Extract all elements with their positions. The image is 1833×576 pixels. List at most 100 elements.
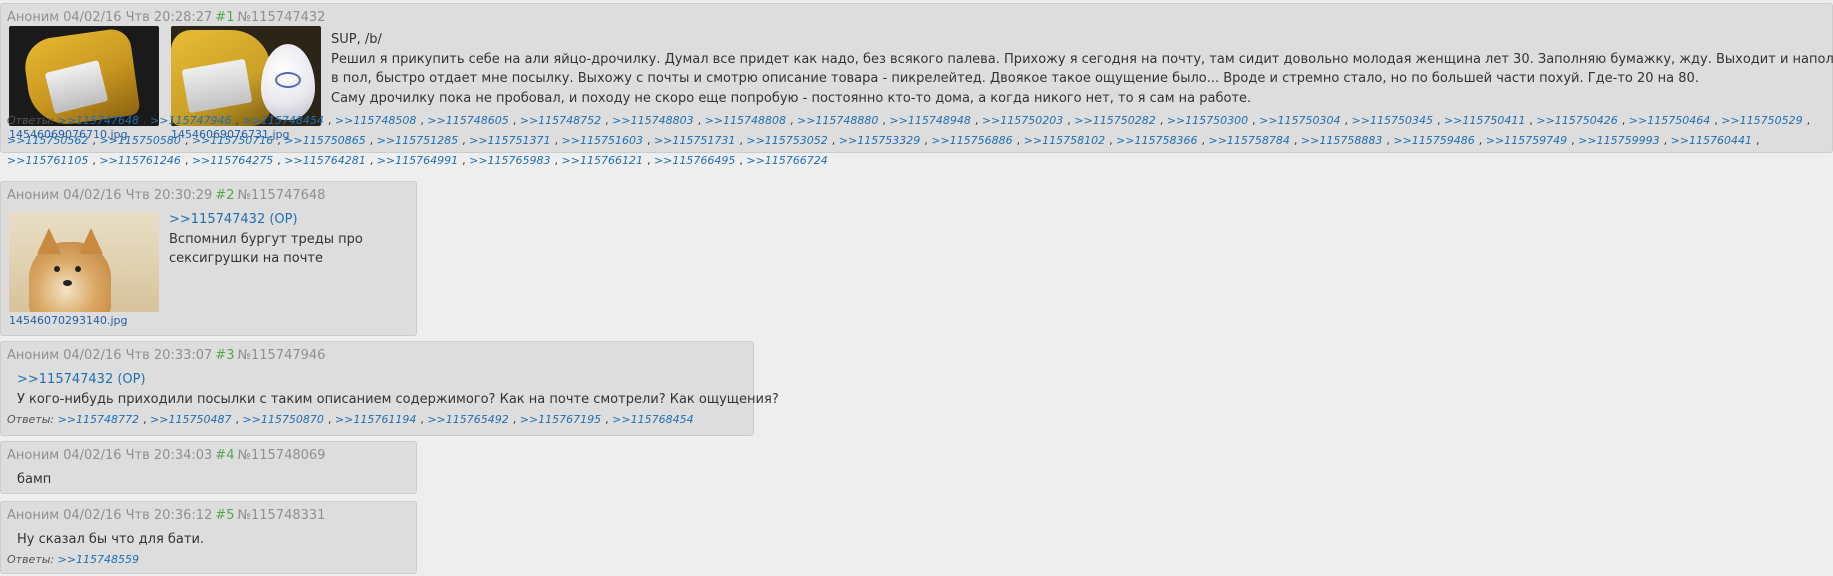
reply-link[interactable]: >>115750580 (99, 134, 180, 147)
reply-link[interactable]: >>115761194 (335, 413, 416, 426)
reply-link[interactable]: >>115748454 (242, 114, 323, 127)
reply-link[interactable]: >>115766724 (746, 154, 827, 167)
attachment-1[interactable]: 14546070293140.jpg (9, 212, 159, 327)
op-post: Аноним 04/02/16 Чтв 20:28:27 #1 №115747432 … (0, 3, 1833, 167)
reply-link[interactable]: >>115758784 (1208, 134, 1289, 147)
post-author: Аноним (7, 508, 60, 523)
reply-link[interactable]: >>115750716 (192, 134, 273, 147)
post-message: >>115747432 (OP) Вспомнил бургут треды п… (169, 210, 409, 269)
reply-post: Аноним 04/02/16 Чтв 20:33:07 #3 №115747946 … (0, 341, 779, 436)
post-date: 04/02/16 Чтв 20:28:27 (63, 10, 213, 25)
post-message: >>115747432 (OP) У кого-нибудь приходили… (17, 370, 779, 409)
replies-list: Ответы: >>115748772, >>115750487, >>1157… (7, 410, 747, 430)
reply-link[interactable]: >>115751603 (562, 134, 643, 147)
post-date: 04/02/16 Чтв 20:30:29 (63, 188, 213, 203)
post-number-link[interactable]: #1 (215, 10, 234, 25)
reply-link[interactable]: >>115750464 (1629, 114, 1710, 127)
post-date: 04/02/16 Чтв 20:33:07 (63, 348, 213, 363)
reply-link[interactable]: >>115758883 (1301, 134, 1382, 147)
reply-link[interactable]: >>115748508 (335, 114, 416, 127)
reply-link[interactable]: >>115748948 (889, 114, 970, 127)
reply-link[interactable]: >>115764281 (284, 154, 365, 167)
reply-link[interactable]: >>115750529 (1721, 114, 1802, 127)
post-id-link[interactable]: №115747432 (237, 10, 325, 25)
reply-link[interactable]: >>115750870 (242, 413, 323, 426)
message-line: Решил я прикупить себе на али яйцо-дрочи… (331, 51, 1833, 67)
reply-link[interactable]: >>115761105 (7, 154, 88, 167)
reply-link[interactable]: >>115748772 (58, 413, 139, 426)
message-line: Саму дрочилку пока не пробовал, и походу… (331, 90, 1252, 106)
reply-link[interactable]: >>115760441 (1671, 134, 1752, 147)
reply-link[interactable]: >>115748808 (705, 114, 786, 127)
reply-post: Аноним 04/02/16 Чтв 20:36:12 #5 №115748331 … (0, 501, 417, 574)
reply-link[interactable]: >>115768454 (612, 413, 693, 426)
reply-link[interactable]: >>115750300 (1167, 114, 1248, 127)
attachment-filename[interactable]: 14546070293140.jpg (9, 314, 159, 327)
reply-link[interactable]: >>115750865 (284, 134, 365, 147)
reply-link[interactable]: >>115764275 (192, 154, 273, 167)
post-id-link[interactable]: №115747946 (237, 348, 325, 363)
reply-post: Аноним 04/02/16 Чтв 20:34:03 #4 №115748069 … (0, 441, 417, 494)
reply-link[interactable]: >>115765983 (469, 154, 550, 167)
message-line: SUP, /b/ (331, 32, 382, 47)
reply-link[interactable]: >>115759749 (1486, 134, 1567, 147)
dog-nose (63, 280, 72, 286)
reply-link[interactable]: >>115759993 (1578, 134, 1659, 147)
post-author: Аноним (7, 348, 60, 363)
post-number-link[interactable]: #3 (215, 348, 234, 363)
message-line: бамп (17, 472, 52, 487)
reply-link[interactable]: >>115765492 (427, 413, 508, 426)
post-header: Аноним 04/02/16 Чтв 20:30:29 #2 №115747648 (7, 188, 325, 203)
reply-link[interactable]: >>115750426 (1536, 114, 1617, 127)
dog-ear-left (37, 228, 61, 254)
post-number-link[interactable]: #5 (215, 508, 234, 523)
reply-link[interactable]: >>115748605 (427, 114, 508, 127)
reply-link[interactable]: >>115767195 (520, 413, 601, 426)
post-author: Аноним (7, 10, 60, 25)
reply-link[interactable]: >>115747648 (58, 114, 139, 127)
reply-link[interactable]: >>115766495 (654, 154, 735, 167)
reply-link[interactable]: >>115750203 (982, 114, 1063, 127)
reply-post: Аноним 04/02/16 Чтв 20:30:29 #2 №115747648 … (0, 181, 417, 336)
reply-link[interactable]: >>115758102 (1024, 134, 1105, 147)
message-line: в пол, быстро отдает мне посылку. Выхожу… (331, 71, 1699, 86)
thumbnail-image[interactable] (9, 212, 159, 312)
post-id-link[interactable]: №115748069 (237, 448, 325, 463)
reply-link[interactable]: >>115758366 (1116, 134, 1197, 147)
reply-link[interactable]: >>115750282 (1074, 114, 1155, 127)
reply-link[interactable]: >>115747946 (150, 114, 231, 127)
reply-link[interactable]: >>115766121 (562, 154, 643, 167)
post-header: Аноним 04/02/16 Чтв 20:33:07 #3 №115747946 (7, 348, 325, 363)
reply-link[interactable]: >>115753052 (746, 134, 827, 147)
post-message: бамп (17, 470, 407, 490)
reply-link[interactable]: >>115751285 (377, 134, 458, 147)
reply-link[interactable]: >>115750411 (1444, 114, 1525, 127)
reply-link[interactable]: >>115761246 (99, 154, 180, 167)
message-line: Ну сказал бы что для бати. (17, 532, 205, 547)
post-number-link[interactable]: #2 (215, 188, 234, 203)
reply-to-link[interactable]: >>115747432 (OP) (169, 212, 298, 227)
reply-link[interactable]: >>115753329 (839, 134, 920, 147)
reply-link[interactable]: >>115750345 (1352, 114, 1433, 127)
replies-list: Ответы: >>115748559 (7, 550, 407, 570)
post-author: Аноним (7, 448, 60, 463)
reply-link[interactable]: >>115748803 (612, 114, 693, 127)
reply-link[interactable]: >>115748559 (58, 553, 139, 566)
reply-link[interactable]: >>115750304 (1259, 114, 1340, 127)
reply-link[interactable]: >>115764991 (377, 154, 458, 167)
reply-link[interactable]: >>115748752 (520, 114, 601, 127)
reply-link[interactable]: >>115751731 (654, 134, 735, 147)
reply-link[interactable]: >>115759486 (1393, 134, 1474, 147)
reply-to-link[interactable]: >>115747432 (OP) (17, 372, 146, 387)
replies-links: >>115748559 (58, 553, 143, 566)
reply-link[interactable]: >>115750487 (150, 413, 231, 426)
replies-links: >>115747648, >>115747946, >>115748454, >… (7, 114, 1811, 167)
post-id-link[interactable]: №115747648 (237, 188, 325, 203)
reply-link[interactable]: >>115751371 (469, 134, 550, 147)
post-id-link[interactable]: №115748331 (237, 508, 325, 523)
reply-link[interactable]: >>115748880 (797, 114, 878, 127)
reply-link[interactable]: >>115756886 (931, 134, 1012, 147)
post-number-link[interactable]: #4 (215, 448, 234, 463)
reply-link[interactable]: >>115750562 (7, 134, 88, 147)
replies-label: Ответы: (7, 553, 55, 566)
